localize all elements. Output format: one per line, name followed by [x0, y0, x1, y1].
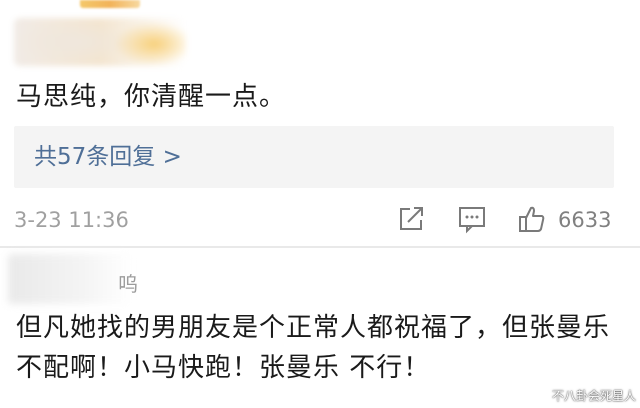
comment-timestamp: 3-23 11:36	[14, 208, 129, 232]
comment-actions-row: 3-23 11:36 6633	[0, 198, 640, 242]
like-count: 6633	[558, 208, 612, 232]
comment-divider	[0, 246, 640, 248]
share-icon[interactable]	[396, 204, 426, 234]
reply-text: 但凡她找的男朋友是个正常人都祝福了，但张曼乐不配啊！小马快跑！张曼乐 不行！	[16, 313, 611, 383]
replies-box[interactable]: 共57条回复 >	[14, 126, 614, 188]
thumbs-up-icon[interactable]	[517, 204, 547, 234]
reply-username-blurred[interactable]	[8, 254, 132, 304]
watermark: 不八卦会死星人	[551, 389, 636, 403]
comment-icon[interactable]	[457, 204, 487, 234]
commenter-avatar-blurred[interactable]	[14, 18, 186, 66]
comment-text: 马思纯，你清醒一点。	[16, 82, 287, 112]
top-blurred-element	[80, 0, 140, 8]
view-replies-link[interactable]: 共57条回复 >	[34, 140, 182, 174]
reply-username-visible[interactable]: 呜	[118, 270, 138, 298]
